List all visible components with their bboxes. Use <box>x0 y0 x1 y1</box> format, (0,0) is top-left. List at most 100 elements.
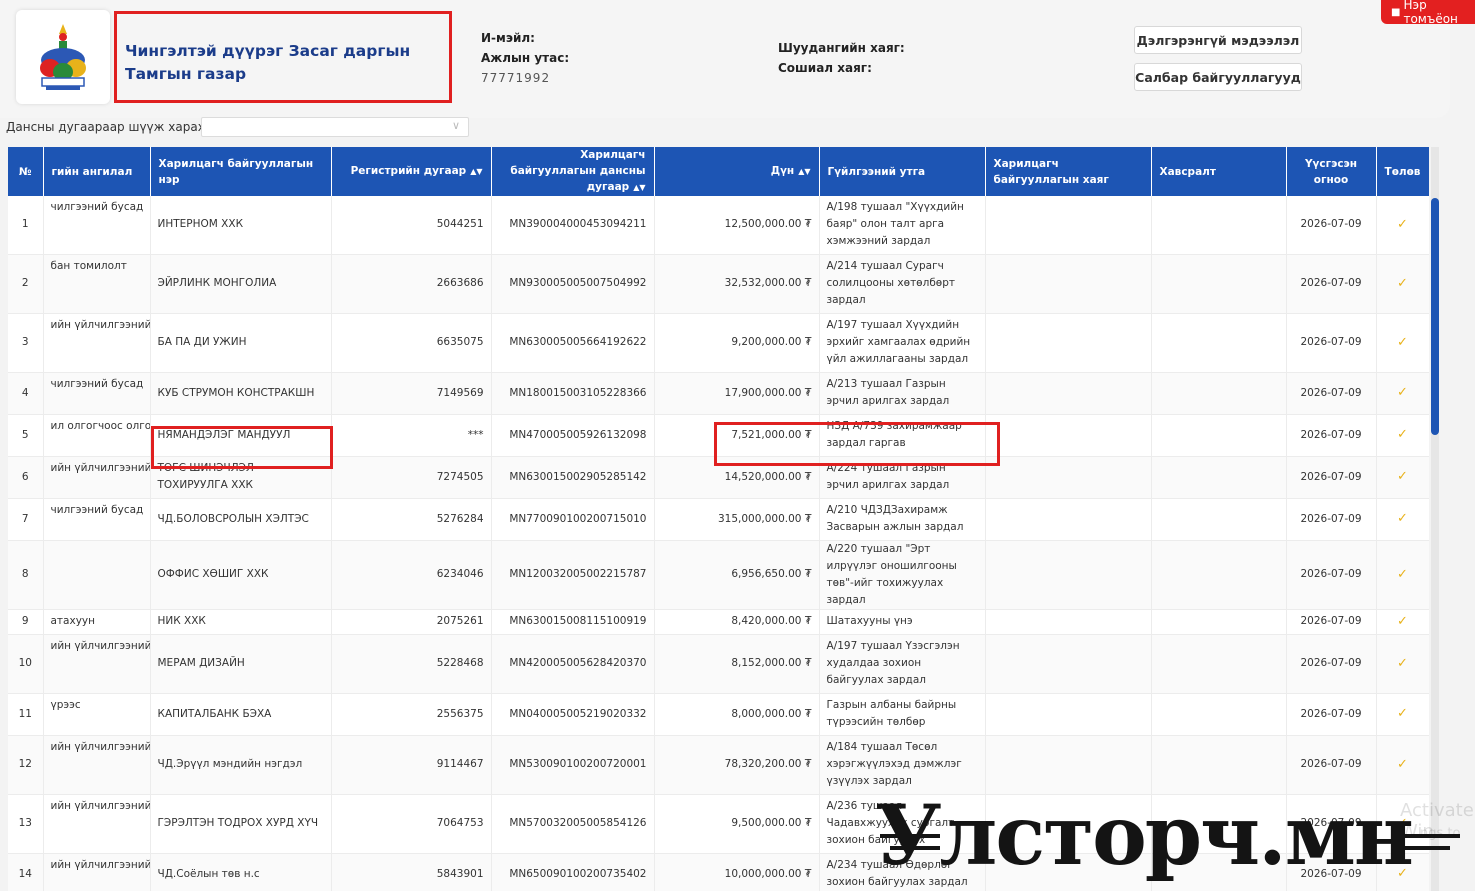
ribbon-label: Нэр томъёон <box>1403 0 1458 26</box>
row-created-date: 2026-07-09 <box>1286 313 1377 373</box>
row-number: 8 <box>8 540 44 610</box>
row-account: MN530090100200720001 <box>491 735 655 795</box>
shop-label: Шуудангийн хаяг: <box>778 41 905 55</box>
row-description: А/213 тушаал Газрын эрчил арилгах зардал <box>819 372 986 415</box>
row-status: ✓ <box>1376 634 1429 694</box>
row-amount: 6,956,650.00 ₮ <box>654 540 820 610</box>
row-partner-name: НЯМАНДЭЛЭГ МАНДУУЛ <box>150 414 332 457</box>
row-created-date: 2026-07-09 <box>1286 540 1377 610</box>
row-partner-name: КУБ СТРУМОН КОНСТРАКШН <box>150 372 332 415</box>
row-amount: 9,200,000.00 ₮ <box>654 313 820 373</box>
row-number: 1 <box>8 196 44 255</box>
row-attachment <box>1151 540 1287 610</box>
row-description: Газрын албаны байрны түрээсийн төлбөр <box>819 693 986 736</box>
row-register: 2075261 <box>331 609 492 635</box>
row-partner-name: ОФФИС ХӨШИГ ХХК <box>150 540 332 610</box>
row-address <box>985 313 1152 373</box>
row-category: чилгээний бусад <box>43 196 151 255</box>
row-category: чилгээний бусад <box>43 498 151 541</box>
row-partner-name: ГЭРЭЛТЭН ТОДРОХ ХУРД ХҮЧ <box>150 794 332 854</box>
row-category: ийн үйлчилгээний <box>43 634 151 694</box>
row-account: MN420005005628420370 <box>491 634 655 694</box>
row-register: 7064753 <box>331 794 492 854</box>
row-amount: 9,500,000.00 ₮ <box>654 794 820 854</box>
row-number: 5 <box>8 414 44 457</box>
row-register: 6234046 <box>331 540 492 610</box>
phone-label: Ажлын утас: <box>481 51 570 65</box>
row-number: 11 <box>8 693 44 736</box>
row-register: 5228468 <box>331 634 492 694</box>
row-address <box>985 372 1152 415</box>
row-description: НЗД А/739 захирамжаар зардал гаргав <box>819 414 986 457</box>
row-category: бан томилолт <box>43 254 151 314</box>
check-icon: ✓ <box>1397 613 1408 629</box>
row-created-date: 2026-07-09 <box>1286 254 1377 314</box>
table-row: 7 чилгээний бусад ЧД.БОЛОВСРОЛЫН ХЭЛТЭС 527… <box>8 498 1429 541</box>
row-account: MN630015002905285142 <box>491 456 655 499</box>
org-header: Чингэлтэй дүүрэг Засаг даргын Тамгын газ… <box>0 0 1450 118</box>
site-watermark: Улсторч.мн <box>875 788 1414 884</box>
row-description: А/197 тушаал Хүүхдийн эрхийг хамгаалах ө… <box>819 313 986 373</box>
row-register: 9114467 <box>331 735 492 795</box>
sort-icon[interactable]: ▲▼ <box>470 167 482 176</box>
row-attachment <box>1151 693 1287 736</box>
account-filter-select[interactable]: ∨ <box>201 117 469 137</box>
row-created-date: 2026-07-09 <box>1286 372 1377 415</box>
table-row: 5 ил олгогчоос олгох НЯМАНДЭЛЭГ МАНДУУЛ ***… <box>8 414 1429 457</box>
row-status: ✓ <box>1376 372 1429 415</box>
col-amount[interactable]: Дүн ▲▼ <box>654 147 820 196</box>
branches-button[interactable]: Салбар байгууллагууд <box>1134 63 1302 91</box>
row-partner-name: КАПИТАЛБАНК БЭХА <box>150 693 332 736</box>
row-number: 3 <box>8 313 44 373</box>
row-account: MN930005005007504992 <box>491 254 655 314</box>
social-label: Сошиал хаяг: <box>778 61 872 75</box>
row-attachment <box>1151 609 1287 635</box>
table-row: 6 ийн үйлчилгээний ТӨГС ШИНЭЧЛЭЛ ТОХИРУУЛГ… <box>8 456 1429 499</box>
row-amount: 8,420,000.00 ₮ <box>654 609 820 635</box>
sort-icon[interactable]: ▲▼ <box>798 167 810 176</box>
row-status: ✓ <box>1376 254 1429 314</box>
row-attachment <box>1151 313 1287 373</box>
row-address <box>985 609 1152 635</box>
row-description: А/214 тушаал Сурагч солилцооны хөтөлбөрт… <box>819 254 986 314</box>
sort-icon[interactable]: ▲▼ <box>633 183 645 192</box>
check-icon: ✓ <box>1397 511 1408 526</box>
table-scrollbar-thumb[interactable] <box>1431 198 1439 435</box>
bookmark-icon: ■ <box>1391 6 1401 18</box>
row-category: ийн үйлчилгээний <box>43 735 151 795</box>
check-icon: ✓ <box>1397 706 1408 721</box>
table-row: 11 үрээс КАПИТАЛБАНК БЭХА 2556375 MN04000500… <box>8 693 1429 736</box>
row-description: А/220 тушаал "Эрт илрүүлэг оношилгооны т… <box>819 540 986 610</box>
row-register: 5843901 <box>331 853 492 891</box>
row-amount: 10,000,000.00 ₮ <box>654 853 820 891</box>
transactions-table: № гийн ангилал Харилцагч байгууллагын нэ… <box>8 147 1429 891</box>
col-description: Гүйлгээний утга <box>819 147 986 196</box>
col-address: Харилцагч байгууллагын хаяг <box>985 147 1152 196</box>
emblem-icon <box>40 24 86 90</box>
row-partner-name: ЧД.Эрүүл мэндийн нэгдэл <box>150 735 332 795</box>
row-register: 5276284 <box>331 498 492 541</box>
row-account: MN630005005664192622 <box>491 313 655 373</box>
table-row: 4 чилгээний бусад КУБ СТРУМОН КОНСТРАКШН 71… <box>8 372 1429 415</box>
table-row: 1 чилгээний бусад ИНТЕРНОМ ХХК 5044251 MN390… <box>8 196 1429 255</box>
row-account: MN390004000453094211 <box>491 196 655 255</box>
row-partner-name: ЧД.Соёлын төв н.с <box>150 853 332 891</box>
row-created-date: 2026-07-09 <box>1286 196 1377 255</box>
row-number: 7 <box>8 498 44 541</box>
row-created-date: 2026-07-09 <box>1286 609 1377 635</box>
row-status: ✓ <box>1376 414 1429 457</box>
row-register: 6635075 <box>331 313 492 373</box>
glossary-ribbon[interactable]: ■ Нэр томъёон <box>1381 0 1475 26</box>
details-button[interactable]: Дэлгэрэнгүй мэдээлэл <box>1134 26 1302 54</box>
row-created-date: 2026-07-09 <box>1286 693 1377 736</box>
row-attachment <box>1151 196 1287 255</box>
row-address <box>985 414 1152 457</box>
row-account: MN040005005219020332 <box>491 693 655 736</box>
table-row: 9 атахуун НИК ХХК 2075261 MN6300150081151009… <box>8 609 1429 635</box>
col-account[interactable]: Харилцагч байгууллагын дансны дугаар ▲▼ <box>491 147 655 196</box>
row-created-date: 2026-07-09 <box>1286 498 1377 541</box>
row-number: 12 <box>8 735 44 795</box>
col-register[interactable]: Регистрийн дугаар ▲▼ <box>331 147 492 196</box>
row-number: 9 <box>8 609 44 635</box>
row-status: ✓ <box>1376 196 1429 255</box>
